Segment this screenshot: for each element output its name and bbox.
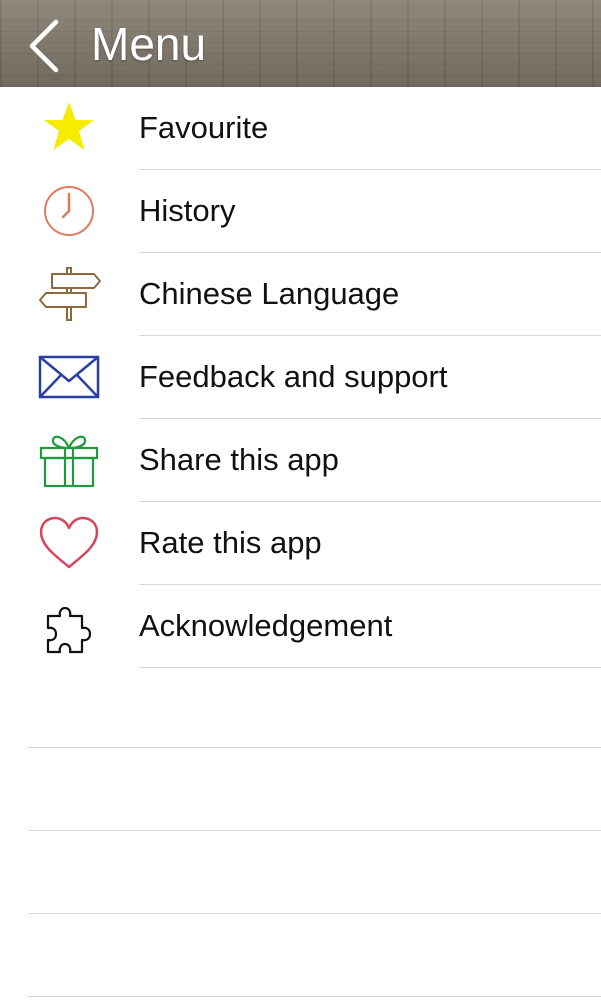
heart-icon xyxy=(36,515,102,571)
page-title: Menu xyxy=(91,18,207,70)
menu-item-label: Share this app xyxy=(139,442,339,477)
empty-row-divider xyxy=(28,996,601,997)
empty-row-divider xyxy=(28,913,601,914)
signpost-icon xyxy=(36,266,102,322)
menu-item-acknowledgement[interactable]: Acknowledgement xyxy=(0,585,601,668)
gift-icon xyxy=(36,432,102,488)
chevron-left-icon xyxy=(29,19,59,73)
empty-row-divider xyxy=(28,830,601,831)
star-icon xyxy=(36,100,102,156)
back-button[interactable] xyxy=(22,16,68,76)
menu-item-rate-this-app[interactable]: Rate this app xyxy=(0,502,601,585)
menu-item-label: Acknowledgement xyxy=(139,608,393,643)
menu-item-chinese-language[interactable]: Chinese Language xyxy=(0,253,601,336)
menu-item-label: Rate this app xyxy=(139,525,322,560)
menu-item-feedback-and-support[interactable]: Feedback and support xyxy=(0,336,601,419)
menu-list: Favourite History Chinese Language Feedb… xyxy=(0,87,601,668)
menu-item-favourite[interactable]: Favourite xyxy=(0,87,601,170)
menu-item-label: History xyxy=(139,193,236,228)
empty-row-divider xyxy=(28,747,601,748)
row-divider xyxy=(139,667,601,668)
clock-icon xyxy=(36,183,102,239)
menu-item-label: Favourite xyxy=(139,110,269,145)
navigation-bar: Menu xyxy=(0,0,601,87)
menu-item-label: Feedback and support xyxy=(139,359,448,394)
menu-item-label: Chinese Language xyxy=(139,276,400,311)
menu-item-history[interactable]: History xyxy=(0,170,601,253)
puzzle-icon xyxy=(36,598,102,654)
envelope-icon xyxy=(36,349,102,405)
menu-item-share-this-app[interactable]: Share this app xyxy=(0,419,601,502)
